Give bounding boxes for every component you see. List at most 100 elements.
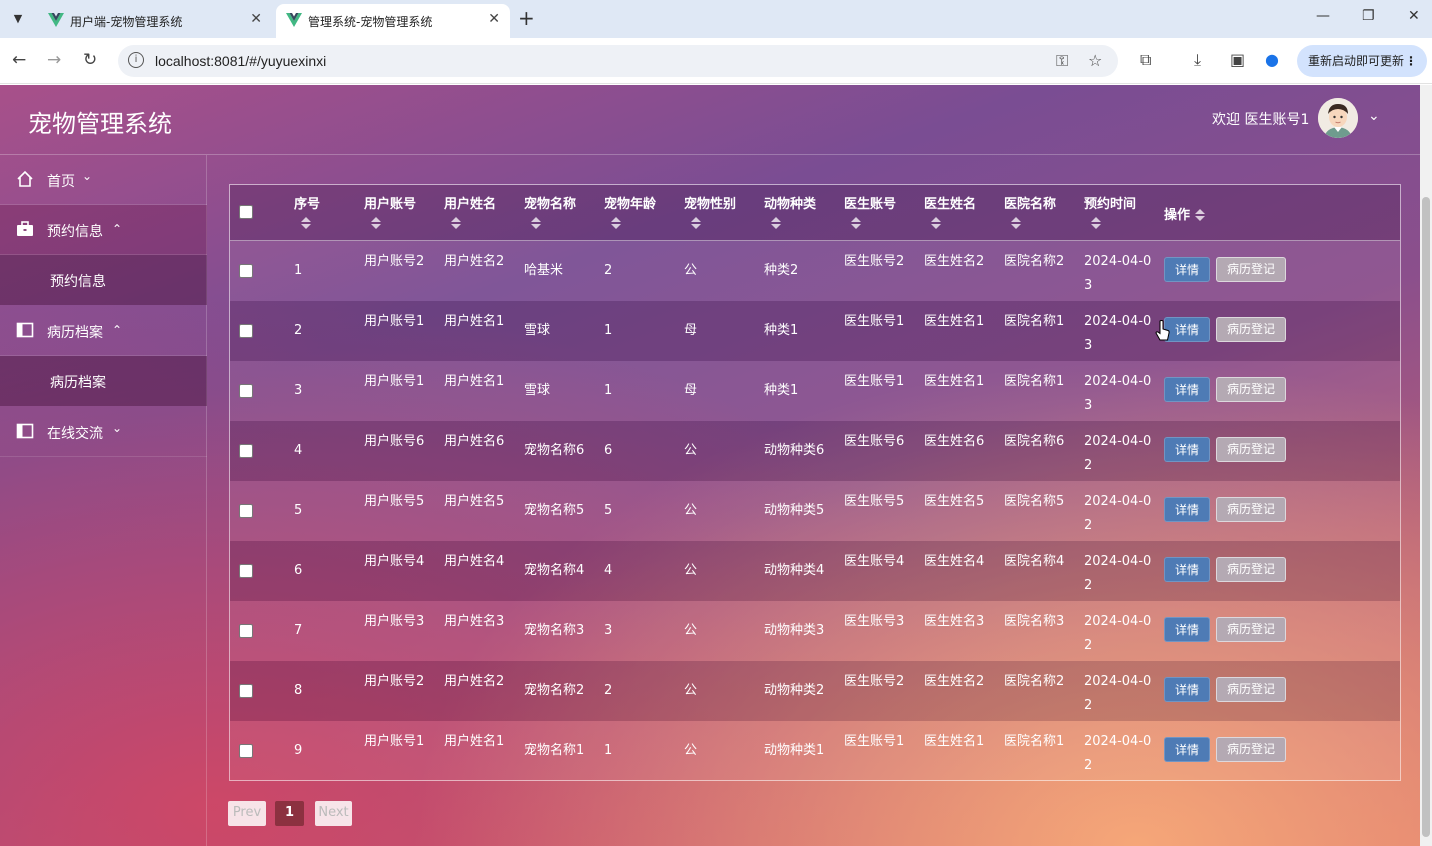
medical-record-button[interactable]: 病历登记 (1216, 377, 1286, 402)
prev-page-button[interactable]: Prev (228, 801, 266, 826)
table-cell: 医院名称6 (1004, 434, 1065, 449)
detail-button[interactable]: 详情 (1164, 557, 1210, 582)
sidebar-item-appointments[interactable]: 预约信息 ⌃ (0, 205, 207, 255)
table-row: 3 用户账号1 用户姓名1 雪球 1 母 种类1 医生账号1 医生姓名1 医院名称1 2024-04… (230, 361, 1400, 421)
sidebar-item-home[interactable]: 首页 ⌄ (0, 155, 207, 205)
restore-icon[interactable]: ❐ (1362, 8, 1375, 24)
column-header[interactable]: 序号 (294, 193, 320, 230)
table-cell: 2024-04-02 (1084, 434, 1152, 473)
more-menu-icon[interactable]: ⋮ (1405, 45, 1417, 77)
site-info-icon[interactable]: i (128, 52, 144, 68)
row-checkbox[interactable] (239, 264, 253, 278)
medical-record-button[interactable]: 病历登记 (1216, 677, 1286, 702)
column-header[interactable]: 用户姓名 (444, 193, 496, 230)
table-cell: 2024-04-02 (1084, 614, 1152, 653)
reload-icon[interactable]: ↻ (83, 50, 97, 70)
tab-close-icon[interactable]: ✕ (250, 11, 262, 27)
medical-record-button[interactable]: 病历登记 (1216, 437, 1286, 462)
sidebar-subitem-label: 病历档案 (50, 375, 106, 391)
column-header[interactable]: 动物种类 (764, 193, 816, 230)
sort-icon[interactable] (450, 216, 462, 230)
back-icon[interactable]: ← (12, 50, 26, 70)
detail-button[interactable]: 详情 (1164, 737, 1210, 762)
row-checkbox[interactable] (239, 624, 253, 638)
next-page-button[interactable]: Next (315, 801, 352, 826)
medical-record-button[interactable]: 病历登记 (1216, 257, 1286, 282)
table-cell: 用户姓名1 (444, 374, 505, 389)
sidebar-item-online-chat[interactable]: 在线交流 ⌄ (0, 407, 207, 457)
side-panel-icon[interactable]: ▣ (1230, 50, 1245, 69)
medical-record-button[interactable]: 病历登记 (1216, 557, 1286, 582)
detail-button[interactable]: 详情 (1164, 617, 1210, 642)
detail-button[interactable]: 详情 (1164, 437, 1210, 462)
column-header[interactable]: 预约时间 (1084, 193, 1136, 230)
row-checkbox[interactable] (239, 444, 253, 458)
password-key-icon[interactable]: ⚿ (1056, 51, 1068, 71)
sort-icon[interactable] (930, 216, 942, 230)
column-header[interactable]: 宠物年龄 (604, 193, 656, 230)
column-header-label: 医院名称 (1004, 197, 1057, 212)
column-header[interactable]: 医生账号 (844, 193, 896, 230)
sort-icon[interactable] (770, 216, 782, 230)
row-checkbox[interactable] (239, 324, 253, 338)
medical-record-button[interactable]: 病历登记 (1216, 497, 1286, 522)
avatar[interactable] (1318, 98, 1358, 138)
profile-icon[interactable]: ● (1265, 50, 1279, 69)
row-checkbox[interactable] (239, 744, 253, 758)
table-cell: 医院名称3 (1004, 614, 1065, 629)
sort-icon[interactable] (530, 216, 542, 230)
tab-search-chevron-icon[interactable]: ▼ (6, 7, 30, 31)
column-header[interactable]: 宠物性别 (684, 193, 736, 230)
extensions-icon[interactable]: ⧉ (1140, 50, 1151, 70)
browser-tab-user[interactable]: 用户端-宠物管理系统 ✕ (38, 4, 272, 38)
column-header[interactable]: 宠物名称 (524, 193, 576, 230)
page-scrollbar[interactable] (1420, 85, 1432, 846)
sidebar-subitem-appointments[interactable]: 预约信息 (0, 255, 207, 305)
sort-icon[interactable] (690, 216, 702, 230)
forward-icon[interactable]: → (47, 50, 61, 70)
sort-icon[interactable] (850, 216, 862, 230)
row-checkbox[interactable] (239, 504, 253, 518)
panel-icon (16, 322, 34, 338)
column-header[interactable]: 用户账号 (364, 193, 416, 230)
detail-button[interactable]: 详情 (1164, 257, 1210, 282)
bookmark-star-icon[interactable]: ☆ (1088, 51, 1102, 70)
sidebar-item-medical-records[interactable]: 病历档案 ⌃ (0, 306, 207, 356)
sidebar-subitem-medical-records[interactable]: 病历档案 (0, 356, 207, 406)
address-bar[interactable]: i localhost:8081/#/yuyuexinxi ⚿ ☆ (118, 45, 1118, 77)
tab-close-icon[interactable]: ✕ (488, 11, 500, 27)
row-checkbox[interactable] (239, 684, 253, 698)
update-button[interactable]: 重新启动即可更新 ⋮ (1297, 45, 1427, 77)
sort-icon[interactable] (300, 216, 312, 230)
current-page-button[interactable]: 1 (275, 801, 304, 826)
select-all-checkbox[interactable] (239, 205, 253, 219)
row-checkbox[interactable] (239, 564, 253, 578)
table-cell: 2024-04-03 (1084, 374, 1152, 413)
minimize-icon[interactable]: — (1316, 8, 1330, 24)
row-checkbox[interactable] (239, 384, 253, 398)
table-cell: 用户姓名3 (444, 614, 505, 629)
user-menu-chevron-icon[interactable]: ⌄ (1368, 108, 1380, 124)
sort-icon[interactable] (370, 216, 382, 230)
column-header[interactable]: 医生姓名 (924, 193, 976, 230)
sort-icon[interactable] (1010, 216, 1022, 230)
sort-icon[interactable] (610, 216, 622, 230)
table-cell: 宠物名称3 (524, 623, 585, 638)
detail-button[interactable]: 详情 (1164, 677, 1210, 702)
sort-icon[interactable] (1194, 208, 1206, 222)
column-header[interactable]: 医院名称 (1004, 193, 1056, 230)
download-icon[interactable]: ⤓ (1194, 50, 1201, 70)
browser-tab-admin[interactable]: 管理系统-宠物管理系统 ✕ (276, 4, 510, 38)
vue-logo-icon (48, 13, 64, 27)
medical-record-button[interactable]: 病历登记 (1216, 737, 1286, 762)
detail-button[interactable]: 详情 (1164, 497, 1210, 522)
detail-button[interactable]: 详情 (1164, 377, 1210, 402)
medical-record-button[interactable]: 病历登记 (1216, 617, 1286, 642)
column-header[interactable]: 操作 (1164, 204, 1206, 223)
window-close-icon[interactable]: ✕ (1408, 8, 1420, 24)
new-tab-icon[interactable]: + (518, 6, 535, 30)
scrollbar-thumb[interactable] (1422, 197, 1430, 837)
sort-icon[interactable] (1090, 216, 1102, 230)
medical-record-button[interactable]: 病历登记 (1216, 317, 1286, 342)
table-cell: 2 (604, 683, 613, 698)
